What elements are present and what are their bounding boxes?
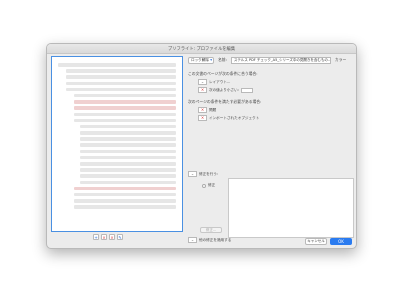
preflight-dialog: プリフライト: プロファイルを編集 + × × ✎ ロック解除 名前: ステルス… — [46, 43, 357, 249]
profile-tree[interactable] — [51, 56, 183, 232]
cancel-button[interactable]: キャンセル — [305, 238, 327, 245]
lock-select[interactable]: ロック解除 — [188, 56, 214, 64]
bottom-check-label: 他の修正を適用する — [199, 237, 232, 242]
profile-editor: ロック解除 名前: ステルス PDF チェック_A5_シリーズ中の見開きを含むも… — [188, 56, 354, 243]
ok-button[interactable]: OK — [330, 238, 352, 245]
add-button[interactable]: + — [93, 234, 99, 240]
edit-button[interactable]: ✎ — [117, 234, 123, 240]
fixups-row1: 修正 — [202, 183, 215, 188]
status-icon[interactable]: ⌄ — [188, 171, 197, 177]
tree-placeholder — [58, 63, 176, 212]
group2-row1-label: 問題 — [209, 107, 217, 112]
fixups-label: 修正 — [208, 183, 216, 187]
value-input[interactable] — [240, 87, 253, 93]
status-icon[interactable]: × — [198, 87, 207, 93]
bottom-check: ⌄ 他の修正を適用する — [188, 237, 231, 243]
remove-button[interactable]: × — [101, 234, 107, 240]
status-icon[interactable]: ⌄ — [188, 237, 197, 243]
fixups-title: 修正を行う: — [199, 171, 219, 176]
group1-row1-label: レイアウト... — [209, 79, 231, 84]
profile-header: ロック解除 名前: ステルス PDF チェック_A5_シリーズ中の見開きを含むも… — [188, 56, 354, 64]
color-suffix: カラー — [334, 57, 347, 62]
delete-button[interactable]: × — [109, 234, 115, 240]
status-icon[interactable]: ⌄ — [198, 79, 207, 85]
group1-title: この文書のページが次の条件に合う場合: — [188, 71, 258, 76]
group2-row2-label: インポートされたオブジェクト — [209, 115, 260, 120]
window-title: プリフライト: プロファイルを編集 — [167, 47, 236, 52]
group2-title: 次のページの条件を満たす必要がある場合: — [188, 99, 262, 104]
group2-row1: × 問題 — [198, 107, 216, 113]
fixups-button[interactable]: 修正... — [200, 227, 222, 233]
name-label: 名前: — [218, 57, 227, 62]
group1-row2: × 次の値より小さい: — [198, 87, 253, 93]
title-bar: プリフライト: プロファイルを編集 — [47, 44, 356, 54]
radio[interactable] — [202, 183, 206, 188]
group1-row1: ⌄ レイアウト... — [198, 79, 230, 85]
tree-toolbar: + × × ✎ — [93, 234, 123, 241]
group1-row2-label: 次の値より小さい: — [209, 87, 239, 92]
status-icon[interactable]: × — [198, 107, 207, 113]
group2-row2: × インポートされたオブジェクト — [198, 115, 259, 121]
fixups-header: ⌄ 修正を行う: — [188, 171, 218, 177]
fixups-list[interactable] — [228, 178, 354, 238]
status-icon[interactable]: × — [198, 115, 207, 121]
name-input[interactable]: ステルス PDF チェック_A5_シリーズ中の見開きを含むもの… — [230, 56, 331, 64]
